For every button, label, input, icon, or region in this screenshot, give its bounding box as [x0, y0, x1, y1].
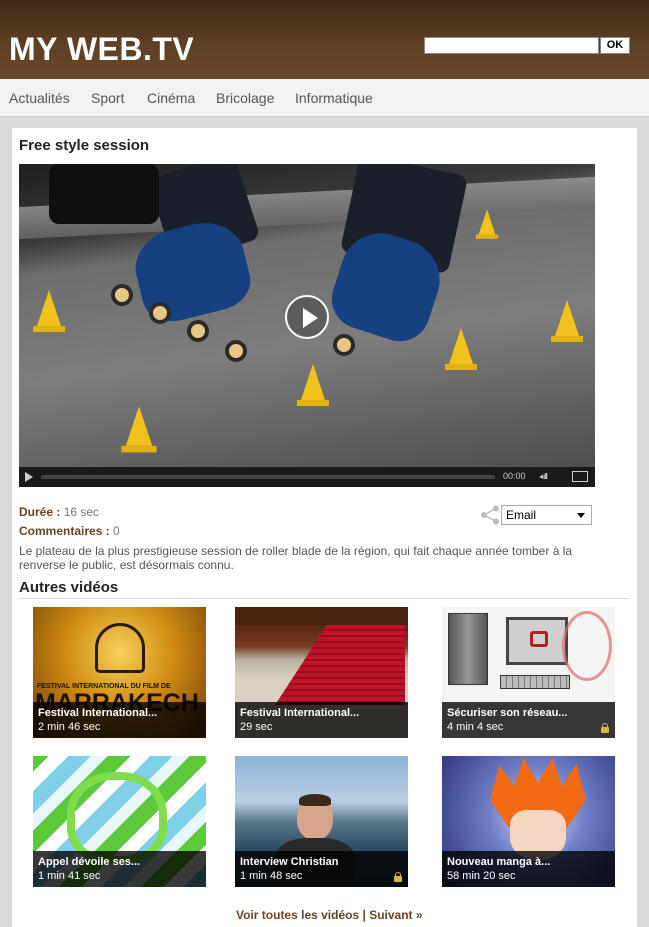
- all-videos-link[interactable]: Voir toutes les vidéos: [236, 908, 359, 922]
- festival-emblem-icon: [95, 623, 145, 673]
- share-icon[interactable]: [480, 505, 500, 525]
- comments-label: Commentaires :: [19, 524, 110, 538]
- section-divider: [19, 598, 630, 599]
- thumb-duration: 29 sec: [240, 721, 273, 733]
- thumb-caption: Interview Christian 1 min 48 sec: [235, 851, 408, 887]
- video-thumb-2[interactable]: Festival International... 29 sec: [235, 607, 408, 738]
- thumb-duration: 1 min 48 sec: [240, 870, 303, 882]
- wheel-3: [187, 320, 209, 342]
- thumb-duration: 58 min 20 sec: [447, 870, 516, 882]
- other-videos-title: Autres vidéos: [19, 579, 119, 596]
- thumb-title: Nouveau manga à...: [447, 856, 551, 868]
- thumb-duration: 2 min 46 sec: [38, 721, 101, 733]
- duration-label: Durée :: [19, 505, 61, 519]
- play-icon[interactable]: [285, 295, 329, 339]
- thumb-caption: Festival International... 2 min 46 sec: [33, 702, 206, 738]
- comments-value: 0: [113, 524, 120, 538]
- thumb-title: Sécuriser son réseau...: [447, 707, 568, 719]
- video-description: Le plateau de la plus prestigieuse sessi…: [19, 544, 573, 572]
- wheel-4: [225, 340, 247, 362]
- background-legs: [49, 164, 159, 224]
- thumb-caption: Sécuriser son réseau... 4 min 4 sec: [442, 702, 615, 738]
- site-logo[interactable]: MY WEB.TV: [9, 31, 194, 68]
- red-carpet-stairs: [275, 625, 405, 705]
- padlock-icon: [530, 631, 548, 647]
- search-ok-button[interactable]: OK: [600, 37, 630, 54]
- cone-6: [121, 406, 157, 453]
- cone-5: [475, 209, 499, 239]
- cone-2: [297, 364, 329, 406]
- building-top: [235, 607, 408, 625]
- video-thumb-5[interactable]: Interview Christian 1 min 48 sec: [235, 756, 408, 887]
- current-time: 00:00: [503, 471, 526, 481]
- thumb-title: Festival International...: [240, 707, 360, 719]
- video-thumb-3[interactable]: Sécuriser son réseau... 4 min 4 sec: [442, 607, 615, 738]
- wheel-2: [149, 302, 171, 324]
- player-controls: 00:00 ◂ıılll: [19, 467, 595, 487]
- share-select[interactable]: Email: [501, 505, 592, 525]
- fullscreen-icon[interactable]: [572, 471, 588, 482]
- control-play-icon[interactable]: [25, 472, 33, 482]
- nav-item-informatique[interactable]: Informatique: [295, 90, 373, 106]
- secure-stamp-icon: [562, 611, 612, 681]
- search-input[interactable]: [424, 37, 599, 54]
- volume-icon[interactable]: ◂ıılll: [539, 472, 548, 481]
- duration-value: 16 sec: [63, 505, 100, 519]
- nav-item-cinema[interactable]: Cinéma: [147, 90, 195, 106]
- thumb-duration: 4 min 4 sec: [447, 721, 504, 733]
- wheel-1: [111, 284, 133, 306]
- nav-item-bricolage[interactable]: Bricolage: [216, 90, 274, 106]
- share-select-value: Email: [506, 508, 537, 522]
- thumb-title: Interview Christian: [240, 856, 339, 868]
- cone-1: [33, 290, 65, 332]
- nav-item-actualites[interactable]: Actualités: [9, 90, 70, 106]
- duration-row: Durée : 16 sec: [19, 505, 99, 519]
- video-player[interactable]: 00:00 ◂ıılll: [19, 164, 595, 487]
- video-title: Free style session: [19, 137, 150, 154]
- person-hair: [299, 794, 331, 806]
- main-content: Free style session 00:00 ◂ıılll Durée: …: [12, 128, 637, 927]
- computer-tower-icon: [448, 613, 488, 685]
- wheel-5: [333, 334, 355, 356]
- link-separator: |: [362, 908, 366, 922]
- thumb-title: Appel dévoile ses...: [38, 856, 141, 868]
- thumb-caption: Nouveau manga à... 58 min 20 sec: [442, 851, 615, 887]
- lock-icon: [601, 723, 609, 733]
- cone-4: [551, 300, 583, 342]
- comments-row: Commentaires : 0: [19, 524, 120, 538]
- thumb-caption: Festival International... 29 sec: [235, 702, 408, 738]
- thumb-caption: Appel dévoile ses... 1 min 41 sec: [33, 851, 206, 887]
- thumb-duration: 1 min 41 sec: [38, 870, 101, 882]
- thumb-title: Festival International...: [38, 707, 158, 719]
- keyboard-icon: [500, 675, 570, 689]
- lock-icon: [394, 872, 402, 882]
- video-thumb-4[interactable]: Appel dévoile ses... 1 min 41 sec: [33, 756, 206, 887]
- video-thumb-6[interactable]: Nouveau manga à... 58 min 20 sec: [442, 756, 615, 887]
- header: MY WEB.TV OK: [0, 0, 649, 79]
- main-nav: Actualités Sport Cinéma Bricolage Inform…: [0, 79, 649, 117]
- next-link[interactable]: Suivant »: [369, 908, 422, 922]
- cone-3: [445, 328, 477, 370]
- video-thumb-1[interactable]: FESTIVAL INTERNATIONAL DU FILM DE MARRAK…: [33, 607, 206, 738]
- chevron-down-icon: [577, 513, 585, 518]
- progress-bar[interactable]: [41, 475, 495, 479]
- nav-item-sport[interactable]: Sport: [91, 90, 124, 106]
- pagination-links: Voir toutes les vidéos | Suivant »: [236, 908, 423, 922]
